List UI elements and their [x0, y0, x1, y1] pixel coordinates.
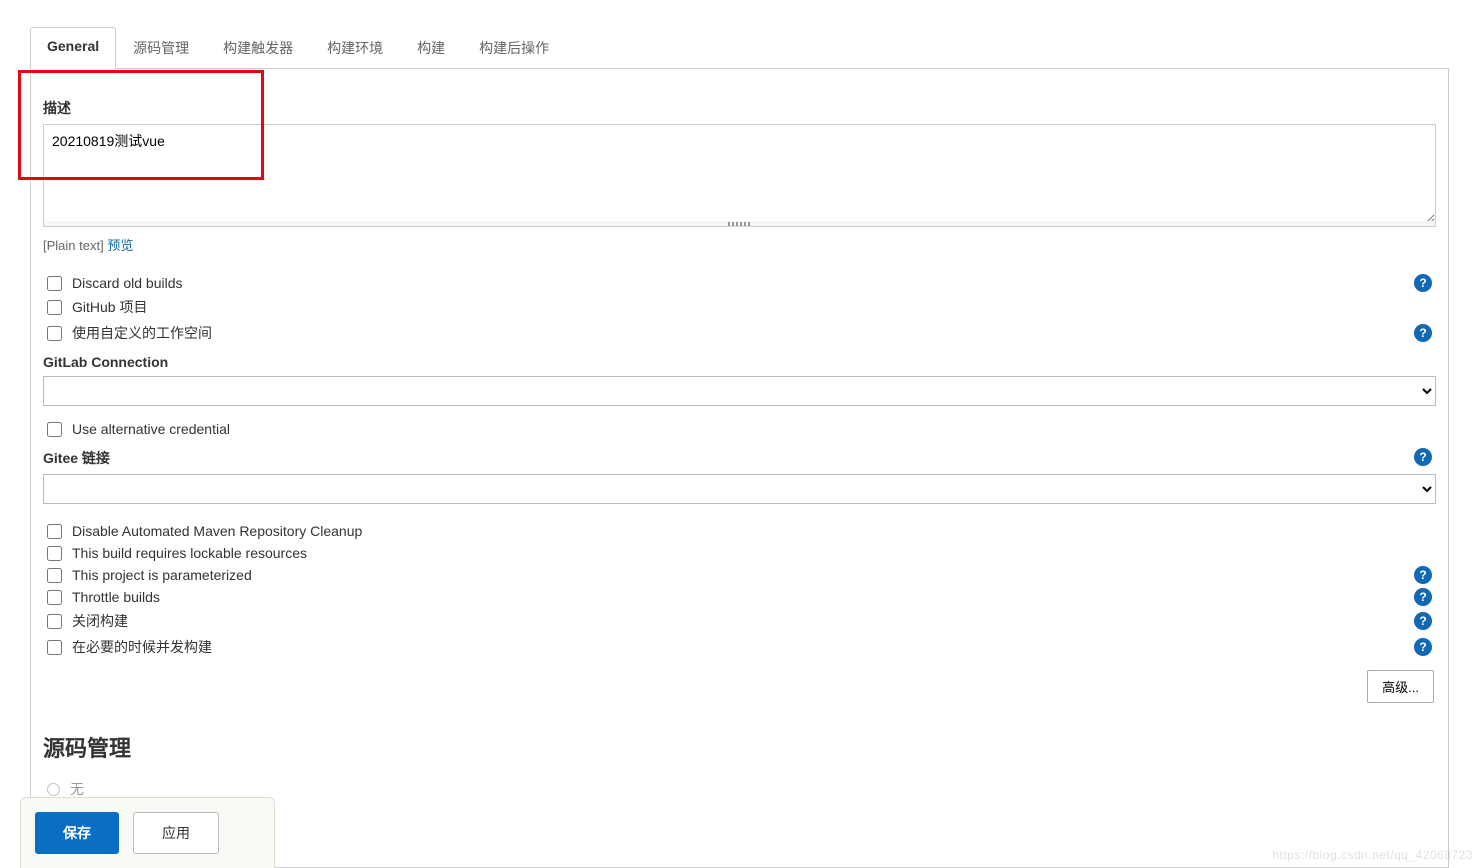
label-concurrent: 在必要的时候并发构建 [72, 637, 212, 657]
tab-general[interactable]: General [30, 27, 116, 69]
help-icon[interactable]: ? [1414, 324, 1432, 342]
label-maven-cleanup: Disable Automated Maven Repository Clean… [72, 523, 362, 539]
gitee-link-label: Gitee 链接 ? [43, 448, 1436, 468]
row-parameterized: This project is parameterized ? [43, 564, 1436, 586]
row-custom-workspace: 使用自定义的工作空间 ? [43, 320, 1436, 346]
checkbox-concurrent[interactable] [47, 640, 62, 655]
description-label: 描述 [43, 98, 1436, 118]
tab-build[interactable]: 构建 [400, 27, 462, 68]
checkbox-custom-ws[interactable] [47, 326, 62, 341]
textarea-resize-handle[interactable] [43, 221, 1436, 227]
save-button[interactable]: 保存 [35, 812, 119, 854]
config-tabs: General 源码管理 构建触发器 构建环境 构建 构建后操作 [30, 27, 1449, 69]
label-lockable: This build requires lockable resources [72, 545, 307, 561]
help-icon[interactable]: ? [1414, 638, 1432, 656]
row-discard-old-builds: Discard old builds ? [43, 272, 1436, 294]
general-panel: 描述 [Plain text] 预览 Discard old builds ? … [30, 68, 1449, 868]
advanced-row: 高级... [43, 670, 1434, 703]
gitee-link-select[interactable] [43, 474, 1436, 504]
description-textarea[interactable] [43, 124, 1436, 224]
help-icon[interactable]: ? [1414, 566, 1432, 584]
tab-post[interactable]: 构建后操作 [462, 27, 566, 68]
jenkins-config-page: General 源码管理 构建触发器 构建环境 构建 构建后操作 描述 [Pla… [0, 0, 1479, 868]
label-disable-build: 关闭构建 [72, 611, 128, 631]
row-disable-build: 关闭构建 ? [43, 608, 1436, 634]
checkbox-parameterized[interactable] [47, 568, 62, 583]
radio-scm-none[interactable] [47, 783, 60, 796]
row-github-project: GitHub 项目 [43, 294, 1436, 320]
scm-heading: 源码管理 [43, 731, 1436, 763]
label-throttle: Throttle builds [72, 589, 160, 605]
tab-triggers[interactable]: 构建触发器 [206, 27, 310, 68]
row-alt-credential: Use alternative credential [43, 418, 1436, 440]
apply-button[interactable]: 应用 [133, 812, 219, 854]
label-custom-ws: 使用自定义的工作空间 [72, 323, 212, 343]
tab-env[interactable]: 构建环境 [310, 27, 400, 68]
tab-scm[interactable]: 源码管理 [116, 27, 206, 68]
help-icon[interactable]: ? [1414, 612, 1432, 630]
row-throttle: Throttle builds ? [43, 586, 1436, 608]
description-format-line: [Plain text] 预览 [43, 235, 1436, 254]
help-icon[interactable]: ? [1414, 588, 1432, 606]
checkbox-maven-cleanup[interactable] [47, 524, 62, 539]
label-github: GitHub 项目 [72, 297, 147, 317]
checkbox-throttle[interactable] [47, 590, 62, 605]
format-plain-text: [Plain text] [43, 238, 104, 253]
checkbox-github[interactable] [47, 300, 62, 315]
label-alt-cred: Use alternative credential [72, 421, 230, 437]
row-maven-cleanup: Disable Automated Maven Repository Clean… [43, 520, 1436, 542]
row-concurrent: 在必要的时候并发构建 ? [43, 634, 1436, 660]
label-discard: Discard old builds [72, 275, 183, 291]
help-icon[interactable]: ? [1414, 448, 1432, 466]
checkbox-discard[interactable] [47, 276, 62, 291]
preview-link[interactable]: 预览 [107, 238, 133, 253]
label-scm-none: 无 [70, 779, 84, 799]
checkbox-disable-build[interactable] [47, 614, 62, 629]
help-icon[interactable]: ? [1414, 274, 1432, 292]
gitlab-connection-select[interactable] [43, 376, 1436, 406]
footer-actions: 保存 应用 [20, 797, 275, 868]
checkbox-alt-cred[interactable] [47, 422, 62, 437]
label-parameterized: This project is parameterized [72, 567, 252, 583]
checkbox-lockable[interactable] [47, 546, 62, 561]
watermark: https://blog.csdn.net/qq_42068723 [1272, 848, 1473, 862]
advanced-button[interactable]: 高级... [1367, 670, 1434, 703]
row-lockable: This build requires lockable resources [43, 542, 1436, 564]
gitlab-connection-label: GitLab Connection [43, 354, 1436, 370]
